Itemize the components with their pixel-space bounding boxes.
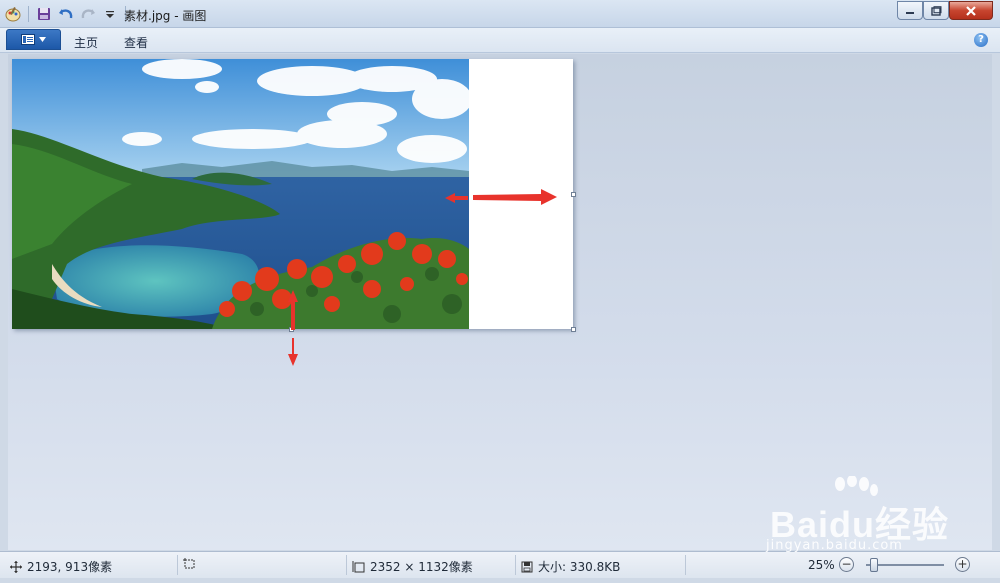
tab-home[interactable]: 主页	[74, 34, 98, 51]
cursor-position: 2193, 913像素	[27, 560, 113, 574]
horizontal-arrows	[445, 189, 557, 205]
file-menu-icon	[21, 34, 35, 45]
restore-icon	[930, 5, 941, 16]
ribbon-tab-bar: 主页 查看 ?	[0, 28, 1000, 53]
close-button[interactable]	[949, 1, 993, 20]
file-menu-button[interactable]	[6, 29, 61, 50]
zoom-in-button[interactable]: +	[955, 557, 970, 572]
zoom-level: 25%	[808, 558, 835, 572]
zoom-slider-thumb[interactable]	[869, 558, 878, 572]
help-icon[interactable]: ?	[974, 33, 988, 47]
minimize-icon	[906, 11, 914, 14]
disk-icon	[521, 561, 533, 572]
arrow-up-icon	[288, 290, 298, 330]
window-title: 素材.jpg - 画图	[124, 9, 207, 23]
paint-app-icon[interactable]	[4, 5, 22, 23]
quick-access-toolbar	[4, 4, 128, 24]
save-icon[interactable]	[35, 5, 53, 23]
redo-icon[interactable]	[79, 5, 97, 23]
chevron-down-icon	[39, 37, 46, 42]
status-bar: 2193, 913像素 2352 × 1132像素 大小: 330.8KB 25…	[0, 551, 1000, 578]
canvas-workspace[interactable]	[8, 54, 992, 550]
move-cursor-icon	[10, 560, 22, 573]
tab-view[interactable]: 查看	[124, 34, 148, 51]
cursor-position-panel: 2193, 913像素	[10, 558, 112, 575]
plus-icon: +	[957, 557, 968, 571]
annotation-arrows	[288, 189, 557, 366]
minimize-button[interactable]	[897, 1, 923, 20]
undo-icon[interactable]	[57, 5, 75, 23]
customize-toolbar-icon[interactable]	[101, 5, 119, 23]
selection-icon	[183, 558, 195, 569]
image-dimensions: 2352 × 1132像素	[370, 560, 473, 574]
vertical-arrows	[288, 290, 298, 366]
title-bar: 素材.jpg - 画图	[0, 0, 1000, 28]
file-size: 大小: 330.8KB	[538, 560, 621, 574]
arrow-down-icon	[288, 338, 298, 366]
arrow-right-icon	[473, 189, 557, 205]
zoom-out-button[interactable]: −	[839, 557, 854, 572]
restore-button[interactable]	[923, 1, 949, 20]
arrow-left-icon	[445, 193, 468, 203]
minus-icon: −	[841, 557, 852, 571]
zoom-slider[interactable]	[866, 558, 944, 572]
close-icon	[966, 5, 976, 16]
image-size-panel: 2352 × 1132像素	[352, 558, 473, 575]
selection-size-panel	[183, 558, 196, 570]
file-size-panel: 大小: 330.8KB	[521, 558, 620, 575]
image-size-icon	[352, 560, 365, 572]
